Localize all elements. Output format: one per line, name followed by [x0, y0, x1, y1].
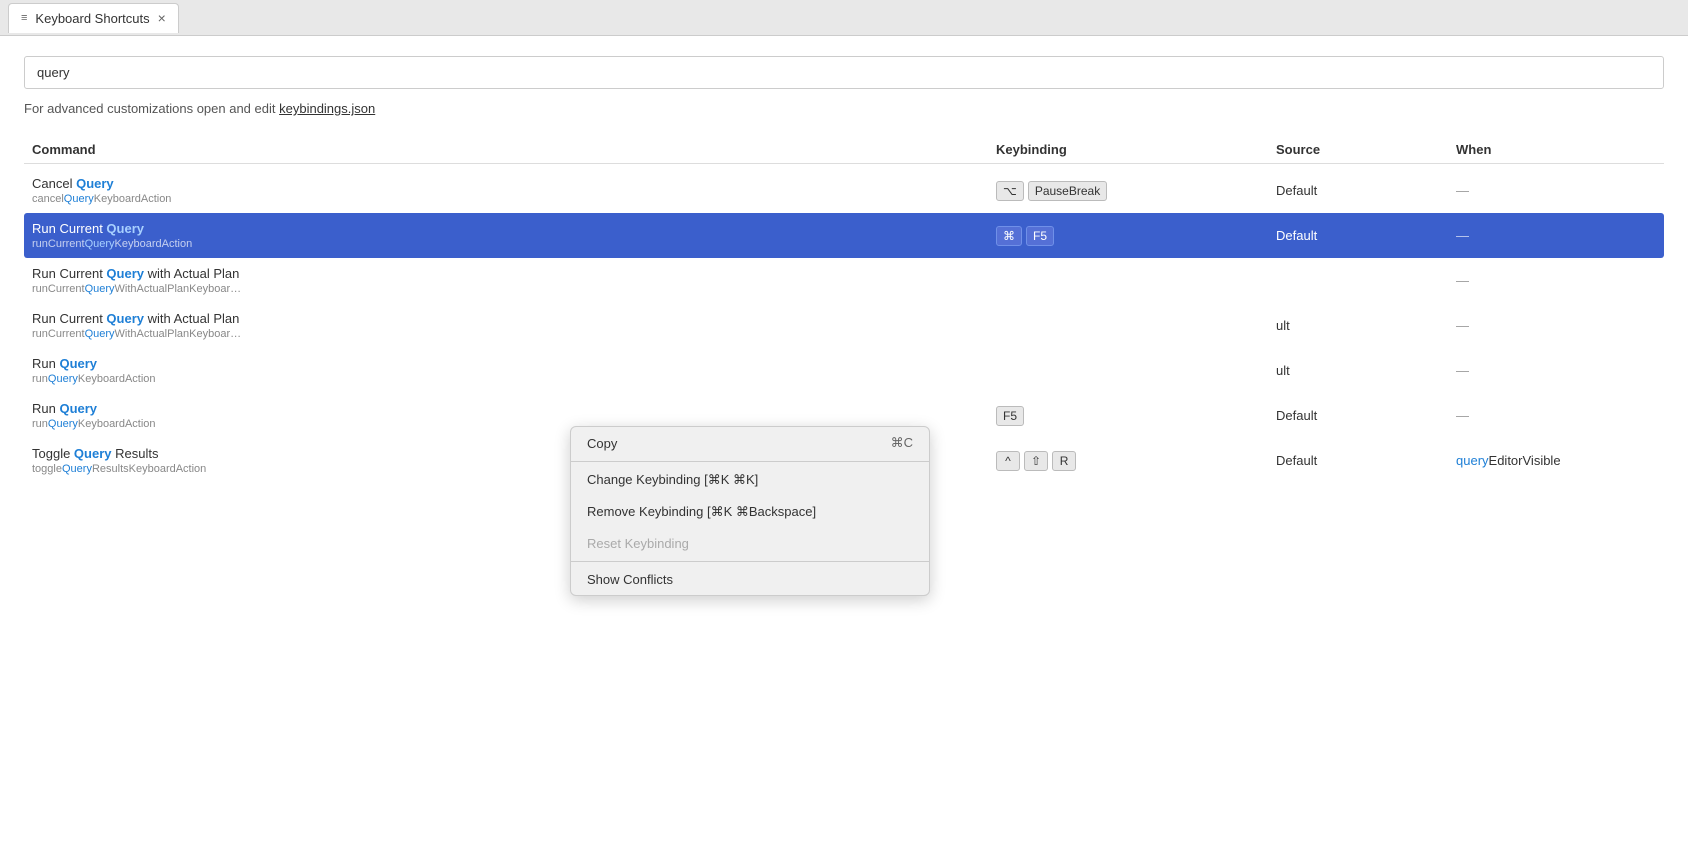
table-row[interactable]: Run Current Query with Actual Plan runCu…: [24, 258, 1664, 303]
keyboard-shortcuts-tab[interactable]: ≡ Keyboard Shortcuts ×: [8, 3, 179, 33]
command-highlight: Query: [74, 446, 112, 461]
command-id-highlight: Query: [85, 238, 115, 250]
command-highlight: Query: [59, 401, 97, 416]
command-id: runQueryKeyboardAction: [32, 373, 996, 385]
key-badge: ⇧: [1024, 451, 1048, 471]
copy-shortcut: ⌘C: [891, 435, 913, 451]
help-text: For advanced customizations open and edi…: [24, 101, 1664, 116]
command-highlight: Query: [59, 356, 97, 371]
command-cell: Cancel Query cancelQueryKeyboardAction: [32, 176, 996, 205]
command-cell: Run Current Query runCurrentQueryKeyboar…: [32, 221, 996, 250]
command-id-highlight: Query: [62, 463, 92, 475]
table-row[interactable]: Cancel Query cancelQueryKeyboardAction ⌥…: [24, 168, 1664, 213]
keybinding-cell: ⌘ F5: [996, 226, 1276, 246]
source-cell: Default: [1276, 183, 1456, 198]
context-menu-change-keybinding[interactable]: Change Keybinding [⌘K ⌘K]: [571, 464, 929, 496]
change-keybinding-label: Change Keybinding [⌘K ⌘K]: [587, 472, 758, 488]
key-badge: F5: [1026, 226, 1054, 246]
column-command: Command: [32, 142, 996, 157]
search-input[interactable]: [24, 56, 1664, 89]
key-badge: ⌘: [996, 226, 1022, 246]
command-cell: Run Current Query with Actual Plan runCu…: [32, 311, 996, 340]
edit-icon: ✏: [4, 229, 14, 243]
show-conflicts-label: Show Conflicts: [587, 572, 673, 587]
command-name: Run Current Query: [32, 221, 996, 236]
key-badge: ⌥: [996, 181, 1024, 201]
tab-icon: ≡: [21, 12, 27, 24]
command-name: Run Current Query with Actual Plan: [32, 266, 996, 281]
keybindings-json-link[interactable]: keybindings.json: [279, 101, 375, 116]
when-cell: —: [1456, 273, 1656, 288]
command-id-highlight: Query: [85, 283, 115, 295]
column-when: When: [1456, 142, 1656, 157]
command-id-highlight: Query: [48, 373, 78, 385]
table-row[interactable]: Run Query runQueryKeyboardAction ult —: [24, 348, 1664, 393]
source-cell: Default: [1276, 453, 1456, 468]
command-name: Run Query: [32, 356, 996, 371]
when-cell: —: [1456, 363, 1656, 378]
command-name: Run Query: [32, 401, 996, 416]
command-id: cancelQueryKeyboardAction: [32, 193, 996, 205]
command-highlight: Query: [76, 176, 114, 191]
context-menu-copy[interactable]: Copy ⌘C: [571, 427, 929, 459]
column-source: Source: [1276, 142, 1456, 157]
key-badge: F5: [996, 406, 1024, 426]
context-menu-remove-keybinding[interactable]: Remove Keybinding [⌘K ⌘Backspace]: [571, 496, 929, 528]
source-cell: ult: [1276, 363, 1456, 378]
table-row[interactable]: ✏ Run Current Query runCurrentQueryKeybo…: [24, 213, 1664, 258]
when-cell: —: [1456, 228, 1656, 243]
command-id-highlight: Query: [85, 328, 115, 340]
tab-bar: ≡ Keyboard Shortcuts ×: [0, 0, 1688, 36]
command-name: Run Current Query with Actual Plan: [32, 311, 996, 326]
command-id: runCurrentQueryKeyboardAction: [32, 238, 996, 250]
command-highlight: Query: [106, 266, 144, 281]
source-cell: ult: [1276, 318, 1456, 333]
column-keybinding: Keybinding: [996, 142, 1276, 157]
when-highlight: query: [1456, 453, 1489, 468]
keybinding-cell: ^ ⇧ R: [996, 451, 1276, 471]
remove-keybinding-label: Remove Keybinding [⌘K ⌘Backspace]: [587, 504, 816, 520]
key-badge: R: [1052, 451, 1076, 471]
context-menu-copy-label: Copy: [587, 436, 617, 451]
command-name: Cancel Query: [32, 176, 996, 191]
context-menu-separator-2: [571, 561, 929, 562]
keybinding-cell: F5: [996, 406, 1276, 426]
command-id-highlight: Query: [64, 193, 94, 205]
when-cell: —: [1456, 183, 1656, 198]
context-menu: Copy ⌘C Change Keybinding [⌘K ⌘K] Remove…: [570, 426, 930, 596]
when-cell: —: [1456, 318, 1656, 333]
tab-label: Keyboard Shortcuts: [35, 11, 149, 26]
table-header: Command Keybinding Source When: [24, 136, 1664, 164]
command-id: runCurrentQueryWithActualPlanKeyboar…: [32, 328, 996, 340]
keybinding-cell: ⌥ PauseBreak: [996, 181, 1276, 201]
table-row[interactable]: Run Current Query with Actual Plan runCu…: [24, 303, 1664, 348]
key-badge: PauseBreak: [1028, 181, 1107, 201]
source-cell: Default: [1276, 408, 1456, 423]
main-content: For advanced customizations open and edi…: [0, 36, 1688, 858]
context-menu-separator: [571, 461, 929, 462]
command-id: runCurrentQueryWithActualPlanKeyboar…: [32, 283, 996, 295]
help-text-static: For advanced customizations open and edi…: [24, 101, 279, 116]
when-cell: queryEditorVisible: [1456, 453, 1656, 468]
context-menu-show-conflicts[interactable]: Show Conflicts: [571, 564, 929, 595]
command-cell: Run Current Query with Actual Plan runCu…: [32, 266, 996, 295]
source-cell: Default: [1276, 228, 1456, 243]
key-badge: ^: [996, 451, 1020, 471]
command-highlight: Query: [106, 311, 144, 326]
tab-close-button[interactable]: ×: [158, 11, 166, 25]
when-cell: —: [1456, 408, 1656, 423]
reset-keybinding-label: Reset Keybinding: [587, 536, 689, 551]
command-id-highlight: Query: [48, 418, 78, 430]
command-cell: Run Query runQueryKeyboardAction: [32, 356, 996, 385]
command-highlight: Query: [106, 221, 144, 236]
context-menu-reset-keybinding: Reset Keybinding: [571, 528, 929, 559]
